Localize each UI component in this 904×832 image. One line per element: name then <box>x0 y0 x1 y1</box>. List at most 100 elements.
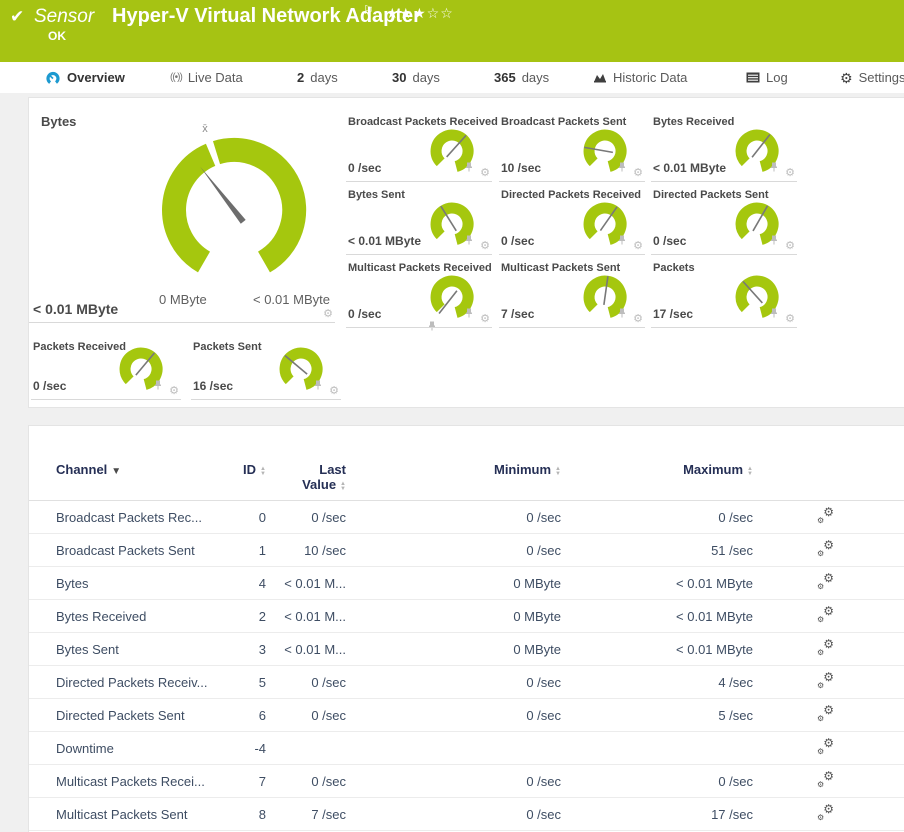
channel-settings-icon[interactable]: ⚙ ⚙ <box>817 670 834 690</box>
gauge-tile-packets-sent[interactable]: Packets Sent 16 /sec ⚙ <box>191 334 341 400</box>
tile-pin-icon[interactable] <box>465 162 473 172</box>
gauge-tile-bytes-received[interactable]: Bytes Received < 0.01 MByte ⚙ <box>651 109 797 182</box>
table-row[interactable]: Multicast Packets Recei... 7 0 /sec 0 /s… <box>29 765 904 798</box>
channel-settings-icon[interactable]: ⚙ ⚙ <box>817 571 834 591</box>
table-row[interactable]: Multicast Packets Sent 8 7 /sec 0 /sec 1… <box>29 798 904 831</box>
gauge-scale-min: 0 MByte <box>159 292 207 307</box>
sensor-kind-label: Sensor <box>34 6 95 27</box>
gauge-value: 0 /sec <box>501 234 535 248</box>
table-row[interactable]: Bytes Sent 3 < 0.01 M... 0 MByte < 0.01 … <box>29 633 904 666</box>
gauge-tile-bytes-sent[interactable]: Bytes Sent < 0.01 MByte ⚙ <box>346 182 492 255</box>
maximum-cell: 4 /sec <box>718 674 753 690</box>
channel-name-cell[interactable]: Broadcast Packets Sent <box>56 543 231 558</box>
flag-icon[interactable]: ⚐ <box>363 3 374 17</box>
column-header-maximum[interactable]: Maximum ▲ ▼ <box>561 462 753 477</box>
channel-name-cell[interactable]: Downtime <box>56 741 231 756</box>
tile-gear-icon[interactable]: ⚙ <box>785 168 795 179</box>
tile-gear-icon[interactable]: ⚙ <box>480 314 490 325</box>
tile-pin-icon[interactable] <box>618 235 626 245</box>
channel-name-cell[interactable]: Multicast Packets Sent <box>56 807 231 822</box>
channel-name-cell[interactable]: Directed Packets Receiv... <box>56 675 231 690</box>
table-row[interactable]: Directed Packets Sent 6 0 /sec 0 /sec 5 … <box>29 699 904 732</box>
table-row[interactable]: Directed Packets Receiv... 5 0 /sec 0 /s… <box>29 666 904 699</box>
tab-settings[interactable]: ⚙ Settings <box>840 62 904 93</box>
tile-gear-icon[interactable]: ⚙ <box>633 314 643 325</box>
channel-settings-icon[interactable]: ⚙ ⚙ <box>817 604 834 624</box>
channel-settings-icon[interactable]: ⚙ ⚙ <box>817 703 834 723</box>
tile-pin-icon[interactable] <box>770 162 778 172</box>
tile-gear-icon[interactable]: ⚙ <box>785 241 795 252</box>
tab-2-days[interactable]: 2 days <box>297 62 338 93</box>
column-header-channel[interactable]: Channel ▼ <box>56 462 231 477</box>
tab-30-days[interactable]: 30 days <box>392 62 440 93</box>
tile-gear-icon[interactable]: ⚙ <box>480 241 490 252</box>
tile-pin-icon[interactable] <box>770 308 778 318</box>
table-row[interactable]: Downtime -4 ⚙ ⚙ <box>29 732 904 765</box>
channel-name-cell[interactable]: Directed Packets Sent <box>56 708 231 723</box>
last-value-cell: < 0.01 M... <box>284 575 346 591</box>
channel-settings-icon[interactable]: ⚙ ⚙ <box>817 505 834 525</box>
table-row[interactable]: Broadcast Packets Rec... 0 0 /sec 0 /sec… <box>29 501 904 534</box>
minimum-cell: 0 /sec <box>526 773 561 789</box>
maximum-cell: 5 /sec <box>718 707 753 723</box>
gauge-tile-broadcast-packets-sent[interactable]: Broadcast Packets Sent 10 /sec ⚙ <box>499 109 645 182</box>
tile-gear-icon[interactable]: ⚙ <box>480 168 490 179</box>
channel-name-cell[interactable]: Multicast Packets Recei... <box>56 774 231 789</box>
minimum-cell: 0 /sec <box>526 806 561 822</box>
column-header-minimum[interactable]: Minimum ▲ ▼ <box>346 462 561 477</box>
channel-settings-icon[interactable]: ⚙ ⚙ <box>817 769 834 789</box>
gauge-tile-multicast-packets-sent[interactable]: Multicast Packets Sent 7 /sec ⚙ <box>499 255 645 328</box>
tile-gear-icon[interactable]: ⚙ <box>785 314 795 325</box>
channel-name-cell[interactable]: Broadcast Packets Rec... <box>56 510 231 525</box>
tile-pin-icon[interactable] <box>618 162 626 172</box>
channel-id-cell: 4 <box>258 575 266 591</box>
table-row[interactable]: Bytes 4 < 0.01 M... 0 MByte < 0.01 MByte… <box>29 567 904 600</box>
table-row[interactable]: Broadcast Packets Sent 1 10 /sec 0 /sec … <box>29 534 904 567</box>
column-header-last-value[interactable]: Last Value ▲ ▼ <box>266 462 346 492</box>
live-data-icon: ((•)) <box>170 72 183 83</box>
last-value-cell: < 0.01 M... <box>284 608 346 624</box>
tile-pin-icon[interactable] <box>465 308 473 318</box>
tab-365-days[interactable]: 365 days <box>494 62 549 93</box>
tile-gear-icon[interactable]: ⚙ <box>323 309 333 320</box>
stars-empty[interactable]: ☆☆ <box>427 5 454 21</box>
gauge-tile-broadcast-packets-received[interactable]: Broadcast Packets Received 0 /sec ⚙ <box>346 109 498 182</box>
gauge-title: Packets Received <box>33 341 126 353</box>
tile-pin-icon[interactable] <box>154 380 162 390</box>
gauge-value: 16 /sec <box>193 379 234 393</box>
gauge-tile-directed-packets-sent[interactable]: Directed Packets Sent 0 /sec ⚙ <box>651 182 797 255</box>
tab-365-days-number: 365 <box>494 70 516 85</box>
channel-settings-icon[interactable]: ⚙ ⚙ <box>817 736 834 756</box>
gauge-tile-bytes[interactable]: Bytes x̄ 0 MByte < 0.01 MByte < 0.01 MBy… <box>29 98 436 331</box>
gauge-tile-directed-packets-received[interactable]: Directed Packets Received 0 /sec ⚙ <box>499 182 645 255</box>
tile-gear-icon[interactable]: ⚙ <box>633 241 643 252</box>
tile-gear-icon[interactable]: ⚙ <box>329 386 339 397</box>
tile-gear-icon[interactable]: ⚙ <box>169 386 179 397</box>
tab-historic-data[interactable]: Historic Data <box>593 62 687 93</box>
tab-live-data[interactable]: ((•)) Live Data <box>170 62 243 93</box>
tile-gear-icon[interactable]: ⚙ <box>633 168 643 179</box>
tile-pin-icon[interactable] <box>770 235 778 245</box>
tab-overview[interactable]: Overview <box>45 62 125 93</box>
maximum-cell: 0 /sec <box>718 509 753 525</box>
table-row[interactable]: Bytes Received 2 < 0.01 M... 0 MByte < 0… <box>29 600 904 633</box>
gauge-title: Broadcast Packets Received <box>348 116 498 128</box>
channel-settings-icon[interactable]: ⚙ ⚙ <box>817 802 834 822</box>
channel-settings-icon[interactable]: ⚙ ⚙ <box>817 538 834 558</box>
channel-name-cell[interactable]: Bytes Received <box>56 609 231 624</box>
channel-name-cell[interactable]: Bytes <box>56 576 231 591</box>
bytes-gauge: x̄ <box>162 123 307 273</box>
tile-pin-icon[interactable] <box>465 235 473 245</box>
stars-filled[interactable]: ★★★ <box>386 5 427 21</box>
gauge-tile-multicast-packets-received[interactable]: Multicast Packets Received 0 /sec ⚙ <box>346 255 492 328</box>
gauge-value: < 0.01 MByte <box>653 161 727 175</box>
tile-pin-icon[interactable] <box>618 308 626 318</box>
star-rating[interactable]: ★★★☆☆ <box>386 5 454 22</box>
column-header-id[interactable]: ID ▲ ▼ <box>231 462 266 477</box>
tile-pin-icon[interactable] <box>314 380 322 390</box>
channel-name-cell[interactable]: Bytes Sent <box>56 642 231 657</box>
tab-log[interactable]: Log <box>746 62 788 93</box>
gauge-tile-packets[interactable]: Packets 17 /sec ⚙ <box>651 255 797 328</box>
channel-settings-icon[interactable]: ⚙ ⚙ <box>817 637 834 657</box>
gauge-tile-packets-received[interactable]: Packets Received 0 /sec ⚙ <box>31 334 181 400</box>
